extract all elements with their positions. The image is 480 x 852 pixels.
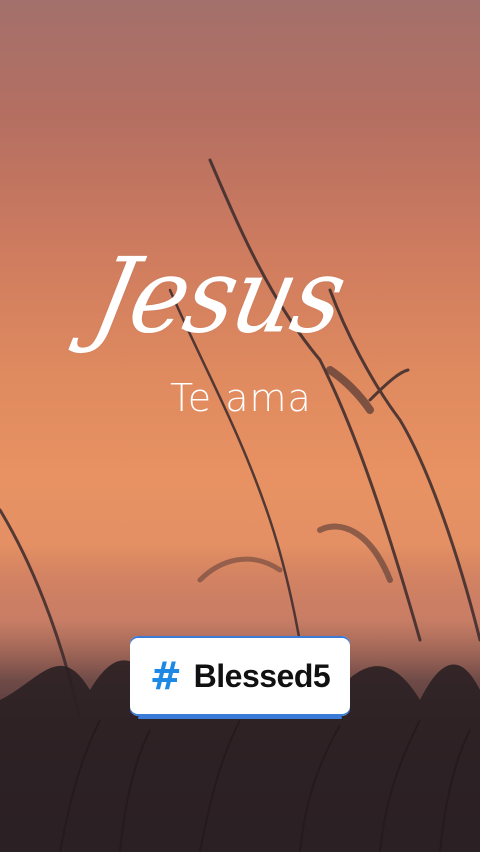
hash-icon: # [149,654,182,698]
hashtag-sticker[interactable]: # Blessed5 [130,636,350,719]
subtitle: Te ama [170,376,312,420]
hashtag-label: Blessed5 [193,657,331,694]
script-title: Jesus [83,235,355,357]
title-overlay: Jesus Te ama [0,200,480,440]
